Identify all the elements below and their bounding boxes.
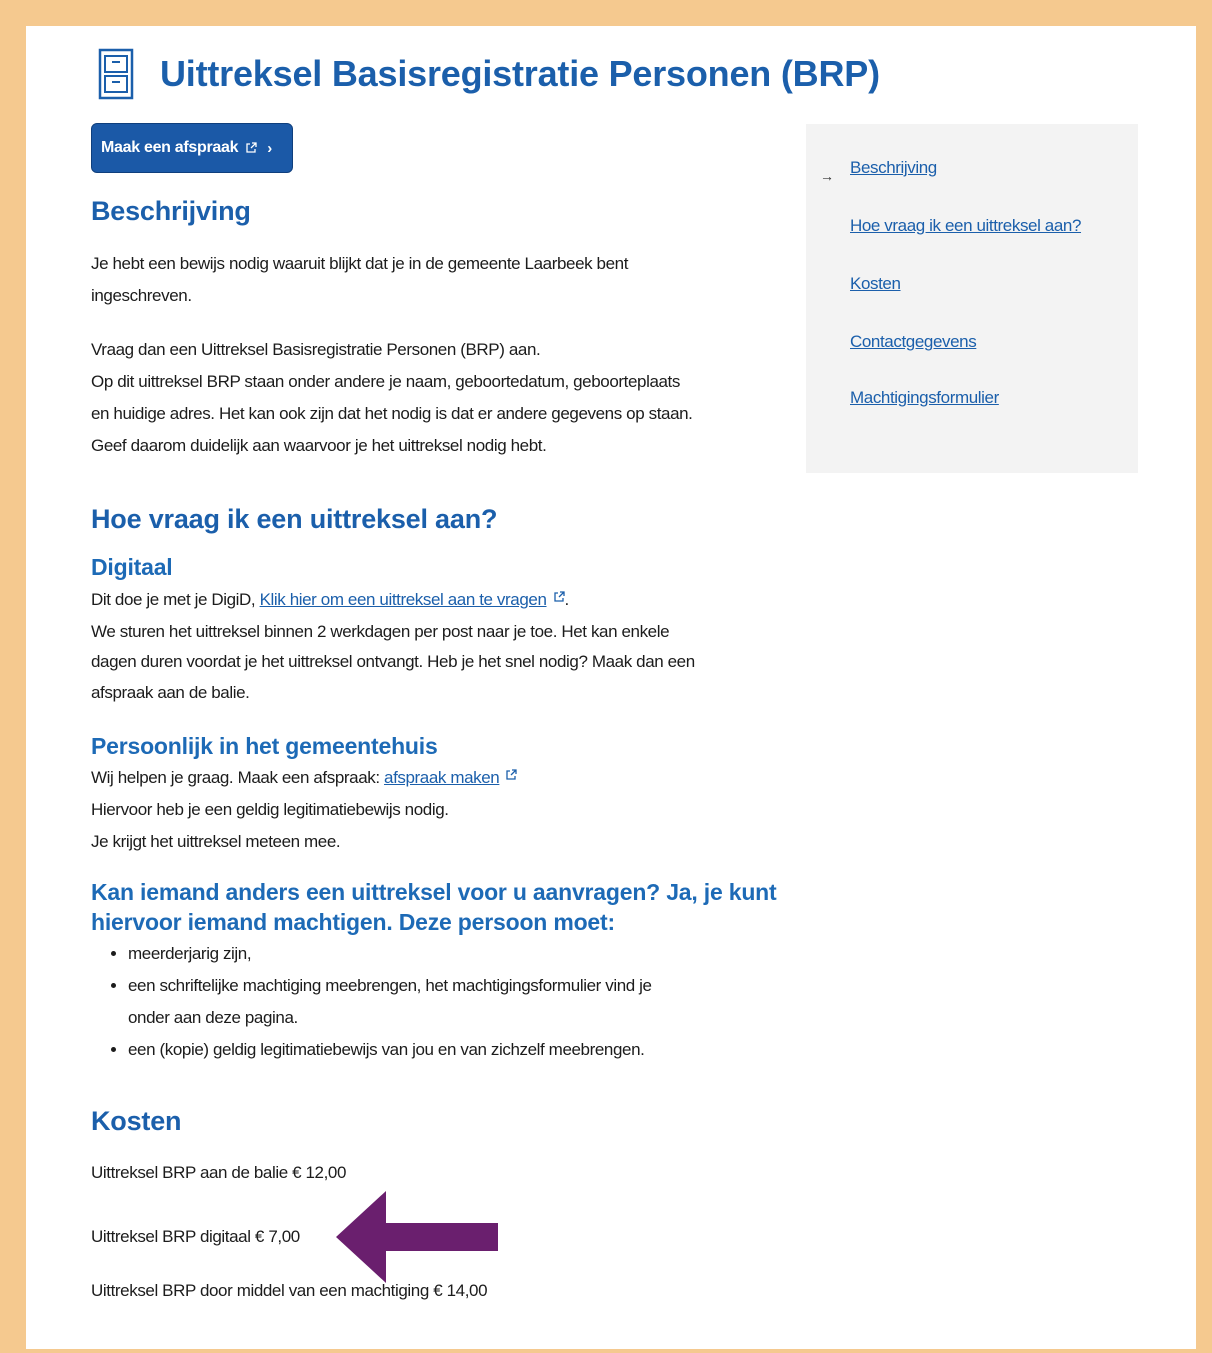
page-title: Uittreksel Basisregistratie Personen (BR… — [160, 53, 880, 94]
chevron-right-icon: › — [267, 139, 272, 157]
beschrijving-line: Je hebt een bewijs nodig waaruit blijkt … — [91, 254, 629, 273]
make-appointment-label: Maak een afspraak — [101, 139, 239, 156]
list-item: meerderjarig zijn, — [128, 938, 828, 970]
persoonlijk-line: Wij helpen je graag. Maak een afspraak: … — [91, 762, 518, 794]
beschrijving-line: ingeschreven. — [91, 286, 192, 305]
beschrijving-line: Geef daarom duidelijk aan waarvoor je he… — [91, 436, 547, 455]
toc-link[interactable]: Kosten — [850, 274, 901, 293]
external-link-icon — [505, 769, 518, 781]
request-extract-link[interactable]: Klik hier om een uittreksel aan te vrage… — [260, 590, 547, 609]
toc-link[interactable]: Beschrijving — [850, 158, 937, 177]
external-link-icon — [245, 142, 257, 154]
annotation-arrow-icon — [336, 1191, 498, 1288]
persoonlijk-line: Hiervoor heb je een geldig legitimatiebe… — [91, 800, 449, 819]
toc-link[interactable]: Hoe vraag ik een uittreksel aan? — [850, 216, 1081, 235]
persoonlijk-text: Wij helpen je graag. Maak een afspraak: — [91, 768, 385, 787]
toc-item-contactgegevens[interactable]: Contactgegevens — [850, 332, 977, 352]
section-heading-beschrijving: Beschrijving — [91, 196, 251, 226]
page-header: Uittreksel Basisregistratie Personen (BR… — [98, 48, 880, 100]
cost-line-digitaal: Uittreksel BRP digitaal € 7,00 — [91, 1227, 300, 1246]
list-item: een schriftelijke machtiging meebrengen,… — [128, 970, 828, 1034]
page-content: Uittreksel Basisregistratie Personen (BR… — [26, 26, 1196, 1349]
external-link-icon — [553, 591, 565, 603]
make-appointment-link[interactable]: afspraak maken — [384, 768, 500, 787]
machtigen-requirements-list: meerderjarig zijn, een schriftelijke mac… — [91, 938, 828, 1066]
make-appointment-button[interactable]: Maak een afspraak › — [91, 123, 293, 173]
beschrijving-line: en huidige adres. Het kan ook zijn dat h… — [91, 404, 693, 423]
beschrijving-line: Vraag dan een Uittreksel Basisregistrati… — [91, 340, 541, 359]
section-heading-kosten: Kosten — [91, 1106, 182, 1136]
current-section-arrow-icon: → — [820, 168, 834, 184]
digitaal-text: Dit doe je met je DigiD, — [91, 590, 260, 609]
list-item: een (kopie) geldig legitimatiebewijs van… — [128, 1034, 828, 1066]
subheading-persoonlijk: Persoonlijk in het gemeentehuis — [91, 733, 438, 759]
annotation-frame: Uittreksel Basisregistratie Personen (BR… — [0, 0, 1212, 1353]
toc-item-kosten[interactable]: Kosten — [850, 274, 901, 294]
digitaal-line: We sturen het uittreksel binnen 2 werkda… — [91, 622, 670, 641]
cost-line-balie: Uittreksel BRP aan de balie € 12,00 — [91, 1163, 347, 1182]
subheading-digitaal: Digitaal — [91, 554, 173, 580]
persoonlijk-line: Je krijgt het uittreksel meteen mee. — [91, 832, 341, 851]
subheading-machtigen: Kan iemand anders een uittreksel voor u … — [91, 879, 777, 905]
section-heading-aanvragen: Hoe vraag ik een uittreksel aan? — [91, 504, 498, 534]
toc-item-aanvragen[interactable]: Hoe vraag ik een uittreksel aan? — [850, 216, 1081, 236]
toc-link[interactable]: Contactgegevens — [850, 332, 977, 351]
list-item-text: een schriftelijke machtiging meebrengen,… — [128, 976, 652, 995]
document-cabinet-icon — [98, 48, 134, 100]
toc-item-machtigingsformulier[interactable]: Machtigingsformulier — [850, 388, 999, 408]
table-of-contents: → Beschrijving Hoe vraag ik een uittreks… — [806, 124, 1138, 473]
toc-item-beschrijving[interactable]: Beschrijving — [850, 158, 937, 178]
digitaal-line: dagen duren voordat je het uittreksel on… — [91, 652, 695, 671]
digitaal-line: Dit doe je met je DigiD, Klik hier om ee… — [91, 584, 569, 616]
toc-link[interactable]: Machtigingsformulier — [850, 388, 999, 407]
list-item-text: onder aan deze pagina. — [128, 1008, 298, 1027]
digitaal-period: . — [564, 590, 570, 609]
beschrijving-line: Op dit uittreksel BRP staan onder andere… — [91, 372, 680, 391]
digitaal-line: afspraak aan de balie. — [91, 683, 250, 702]
subheading-machtigen: hiervoor iemand machtigen. Deze persoon … — [91, 909, 615, 935]
